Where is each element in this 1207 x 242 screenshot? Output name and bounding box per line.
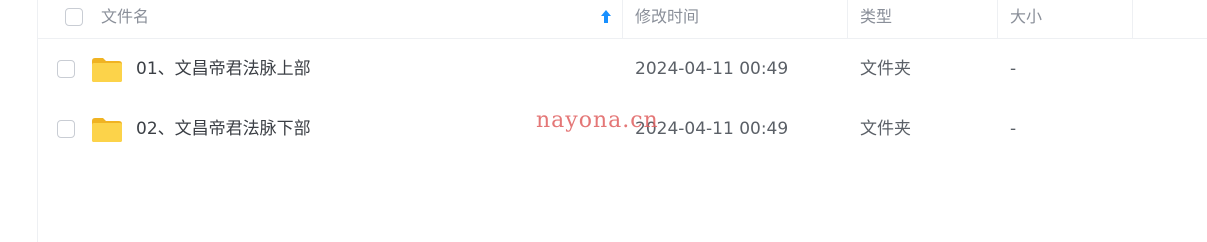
file-name[interactable]: 01、文昌帝君法脉上部 [136,40,311,98]
column-header-name[interactable]: 文件名 [101,0,149,34]
folder-icon [92,118,122,142]
column-header-modified[interactable]: 修改时间 [635,0,699,34]
column-divider [847,0,848,38]
file-name[interactable]: 02、文昌帝君法脉下部 [136,100,311,158]
column-header-size[interactable]: 大小 [1010,0,1042,34]
file-size: - [1010,59,1017,79]
file-row[interactable]: 01、文昌帝君法脉上部 2024-04-11 00:49 文件夹 - [37,40,1207,98]
left-sidebar-edge [0,0,38,242]
sort-ascending-icon[interactable] [600,9,612,25]
row-checkbox[interactable] [57,60,75,78]
file-type: 文件夹 [860,59,911,79]
column-divider [622,0,623,38]
column-header-type[interactable]: 类型 [860,0,892,34]
file-list-header: 文件名 修改时间 类型 大小 [37,0,1207,39]
file-modified-time: 2024-04-11 00:49 [635,59,789,79]
column-divider [997,0,998,38]
file-type: 文件夹 [860,119,911,139]
file-size: - [1010,119,1017,139]
column-divider [1132,0,1133,38]
watermark-text: nayona.cn [536,108,659,133]
select-all-checkbox[interactable] [65,8,83,26]
row-checkbox[interactable] [57,120,75,138]
folder-icon [92,58,122,82]
